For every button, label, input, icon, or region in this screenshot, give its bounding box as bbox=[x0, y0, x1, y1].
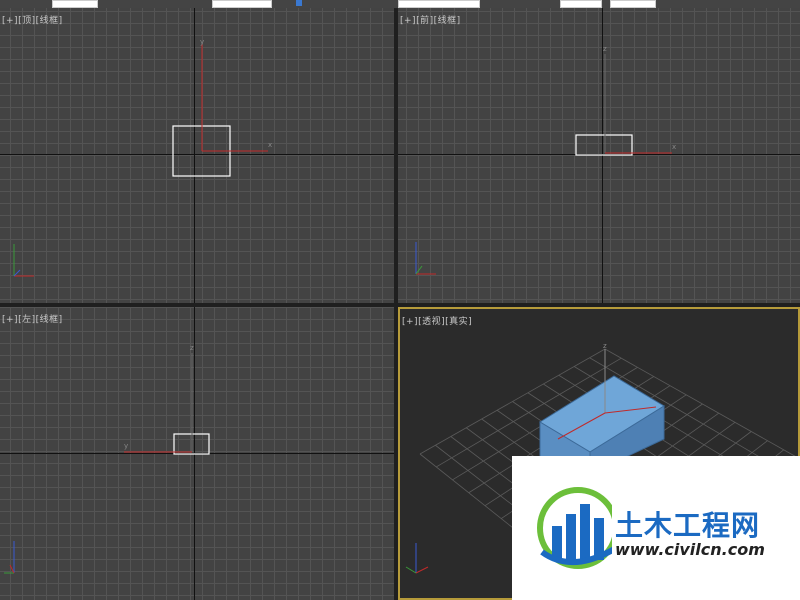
gizmo-y-label: y bbox=[124, 442, 129, 450]
selected-box-outline[interactable] bbox=[575, 134, 633, 156]
gizmo-z-label: z bbox=[603, 342, 607, 350]
view-axis-tripod-icon bbox=[415, 242, 436, 275]
toolbar-dropdown-4[interactable] bbox=[560, 0, 602, 8]
gizmo-x-label: x bbox=[672, 143, 677, 151]
gizmo-z-label: z bbox=[190, 344, 194, 352]
toolbar-blue-icon[interactable] bbox=[296, 0, 302, 6]
toolbar-dropdown-3[interactable] bbox=[398, 0, 480, 8]
toolbar-dropdown-1[interactable] bbox=[52, 0, 98, 8]
view-axis-tripod-icon bbox=[405, 543, 429, 574]
viewport-front[interactable]: [+][前][线框] x z bbox=[398, 8, 800, 303]
gizmo-x-label: x bbox=[268, 141, 273, 149]
gizmo-y-label: y bbox=[200, 38, 205, 46]
toolbar-dropdown-5[interactable] bbox=[610, 0, 656, 8]
gizmo-z-label: z bbox=[603, 45, 607, 53]
top-view-graphics bbox=[13, 44, 268, 277]
civilcn-logo-icon bbox=[537, 487, 612, 569]
toolbar-dropdown-2[interactable] bbox=[212, 0, 272, 8]
view-axis-tripod-icon bbox=[13, 244, 34, 277]
watermark: 土木工程网 www.civilcn.com bbox=[512, 456, 800, 600]
watermark-url: www.civilcn.com bbox=[615, 540, 765, 559]
front-view-graphics bbox=[415, 54, 672, 275]
left-view-graphics bbox=[4, 353, 210, 574]
view-axis-tripod-icon bbox=[4, 541, 15, 574]
watermark-title: 土木工程网 bbox=[615, 509, 761, 542]
viewport-top[interactable]: [+][顶][线框] x y bbox=[0, 8, 394, 303]
viewport-left[interactable]: [+][左][线框] y z bbox=[0, 307, 394, 600]
